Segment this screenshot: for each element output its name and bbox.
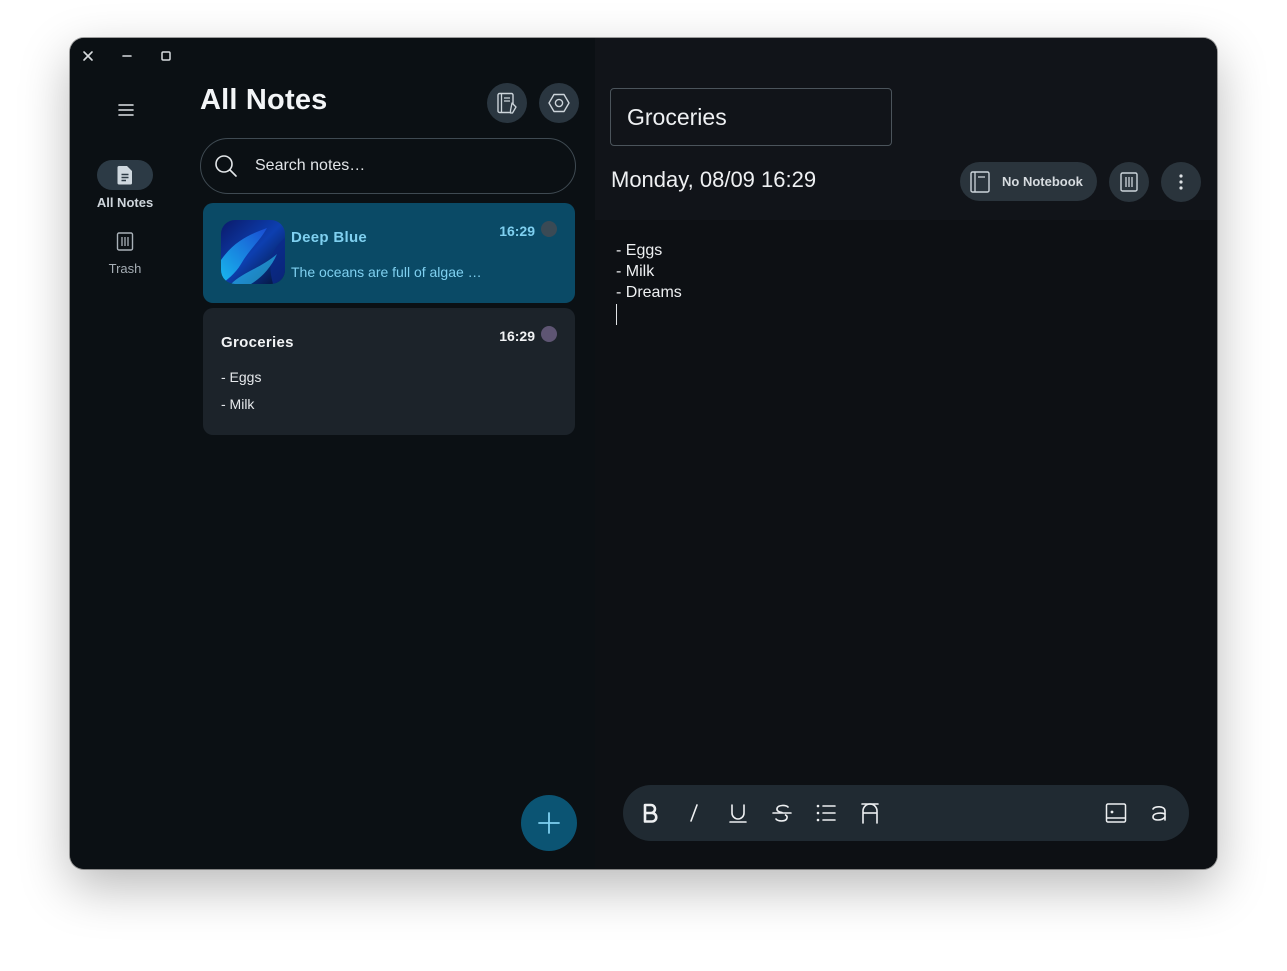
text-style-button[interactable] (1144, 797, 1176, 829)
page-title: All Notes (200, 84, 328, 116)
text-caret (616, 304, 617, 325)
insert-image-button[interactable] (1100, 797, 1132, 829)
note-line: - Dreams (616, 284, 682, 301)
underline-icon (729, 804, 747, 823)
underline-button[interactable] (722, 797, 754, 829)
note-thumbnail (221, 220, 285, 284)
more-vertical-icon (1179, 174, 1183, 190)
note-time: 16:29 (499, 223, 535, 239)
note-preview: The oceans are full of algae … (291, 264, 482, 280)
note-content[interactable]: - Eggs - Milk - Dreams (616, 240, 682, 303)
note-preview-line: - Milk (221, 396, 255, 412)
font-button[interactable] (854, 797, 886, 829)
search-bar[interactable] (200, 138, 576, 194)
formatting-toolbar (623, 785, 1189, 841)
notebooks-button[interactable] (487, 83, 527, 123)
note-line: - Milk (616, 263, 655, 280)
notebook-icon (970, 170, 990, 193)
strikethrough-icon (772, 804, 792, 822)
minimize-window-button[interactable] (119, 48, 135, 64)
notebook-select-button[interactable]: No Notebook (960, 162, 1097, 201)
note-icon (117, 166, 132, 185)
rail-pill (97, 226, 153, 256)
search-icon (215, 155, 237, 177)
editor-pane: Monday, 08/09 16:29 No Notebook - Eg (595, 38, 1217, 869)
notes-list-pane: All Notes Trash All Notes Search notes… … (70, 38, 595, 869)
bold-icon (643, 803, 658, 823)
rail-item-all-notes[interactable]: All Notes (90, 160, 160, 210)
note-title-input[interactable] (610, 88, 892, 146)
settings-button[interactable] (539, 83, 579, 123)
maximize-icon (161, 51, 171, 61)
notebook-label: No Notebook (1002, 174, 1083, 189)
app-window: All Notes Trash All Notes Search notes… … (70, 38, 1217, 869)
note-card-deep-blue[interactable]: Deep Blue 16:29 The oceans are full of a… (203, 203, 575, 303)
image-icon (1105, 803, 1127, 823)
note-title: Deep Blue (291, 229, 368, 246)
more-options-button[interactable] (1161, 162, 1201, 202)
font-icon (861, 803, 879, 824)
note-title: Groceries (221, 334, 294, 351)
new-note-button[interactable] (521, 795, 577, 851)
note-time: 16:29 (499, 328, 535, 344)
rail-pill (97, 160, 153, 190)
note-color-dot[interactable] (541, 221, 557, 237)
notebook-edit-icon (497, 92, 517, 114)
menu-button[interactable] (110, 98, 142, 122)
italic-icon (690, 804, 698, 822)
rail-item-trash[interactable]: Trash (90, 226, 160, 276)
bullet-list-icon (816, 804, 836, 822)
search-input[interactable] (253, 156, 557, 176)
close-window-button[interactable] (80, 48, 96, 64)
minimize-icon (122, 55, 132, 57)
rail-label-all-notes: All Notes (96, 195, 154, 210)
rail-label-trash: Trash (108, 261, 142, 276)
close-icon (83, 51, 93, 61)
note-color-dot[interactable] (541, 326, 557, 342)
delete-note-button[interactable] (1109, 162, 1149, 202)
trash-icon (116, 232, 134, 251)
maximize-window-button[interactable] (158, 48, 174, 64)
note-date: Monday, 08/09 16:29 (611, 167, 817, 192)
settings-icon (548, 93, 570, 113)
hamburger-icon (118, 104, 134, 116)
plus-icon (538, 812, 560, 834)
trash-icon (1120, 172, 1138, 192)
bullet-list-button[interactable] (810, 797, 842, 829)
note-card-groceries[interactable]: Groceries 16:29 - Eggs - Milk (203, 308, 575, 435)
bold-button[interactable] (634, 797, 666, 829)
editor-body[interactable] (595, 220, 1217, 869)
note-line: - Eggs (616, 242, 663, 259)
text-style-icon (1152, 806, 1166, 821)
note-preview-line: - Eggs (221, 369, 262, 385)
italic-button[interactable] (678, 797, 710, 829)
strikethrough-button[interactable] (766, 797, 798, 829)
